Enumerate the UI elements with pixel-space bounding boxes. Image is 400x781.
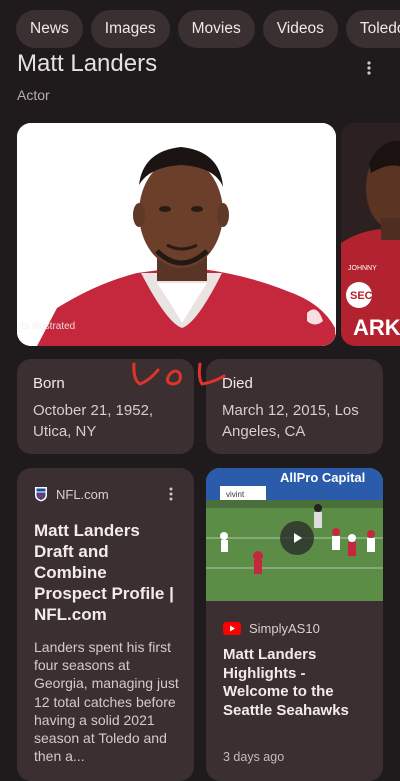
article-snippet: Landers spent his first four seasons at … [34,639,179,765]
entity-photo-main[interactable] [17,123,336,346]
entity-title: Matt Landers [17,50,158,77]
article-more-icon[interactable] [159,482,183,506]
video-thumbnail[interactable]: vivint AllPro Capital [206,468,383,601]
entity-photo-secondary[interactable]: JOHNNY SEC ARK [341,123,400,346]
article-card-nfl[interactable]: NFL.com Matt Landers Draft and Combine P… [17,468,194,781]
jersey-lettering: ARK [353,315,400,340]
video-card[interactable]: vivint AllPro Capital SimplyAS10 Matt La… [206,468,383,781]
chip-movies[interactable]: Movies [177,10,255,48]
play-icon[interactable] [280,521,314,555]
photo-credit: rts Illustrated [18,321,76,332]
entity-subtitle: Actor [17,87,50,103]
video-age: 3 days ago [223,750,285,764]
more-options-icon[interactable] [357,56,381,80]
player-photo-image: JOHNNY SEC ARK [341,123,400,346]
youtube-icon [223,622,241,635]
chip-news[interactable]: News [16,10,83,48]
chip-toledo[interactable]: Toledo [345,10,400,48]
player-portrait-image [17,123,336,346]
article-source: NFL.com [56,486,109,502]
born-value: October 21, 1952, Utica, NY [33,402,154,440]
handwritten-lol-annotation [132,362,226,386]
filter-chips: News Images Movies Videos Toledo [16,10,400,48]
video-source-row: SimplyAS10 [223,621,320,636]
ad-board-allpro: AllPro Capital [280,470,365,485]
video-title[interactable]: Matt Landers Highlights - Welcome to the… [223,646,373,720]
nfl-shield-icon [35,487,47,502]
sec-logo-text: SEC [350,290,373,302]
article-title[interactable]: Matt Landers Draft and Combine Prospect … [34,520,184,625]
died-value: March 12, 2015, Los Angeles, CA [222,402,359,440]
chip-videos[interactable]: Videos [262,10,338,48]
article-source-row: NFL.com [34,486,109,502]
born-label: Born [33,375,65,392]
chip-images[interactable]: Images [90,10,170,48]
jersey-text: JOHNNY [348,265,377,272]
video-source: SimplyAS10 [249,621,320,636]
ad-board-vivint: vivint [226,490,245,499]
